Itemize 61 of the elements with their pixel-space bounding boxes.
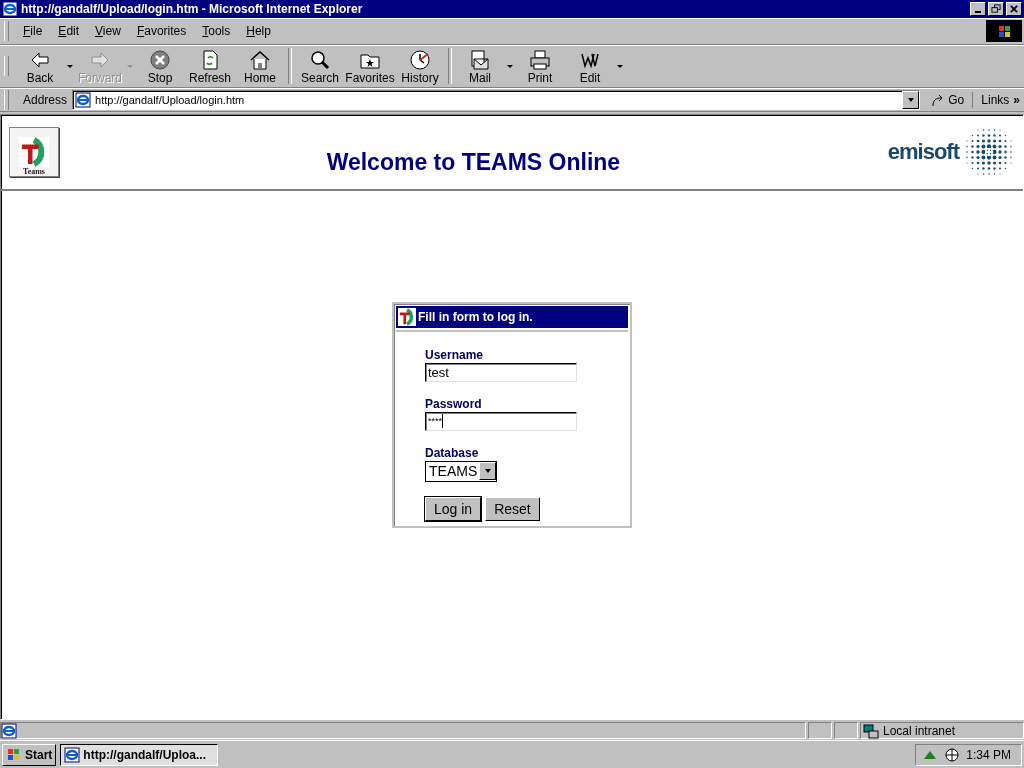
zone-label: Local intranet <box>883 723 956 738</box>
home-icon <box>249 49 271 72</box>
print-button[interactable]: Print <box>515 47 565 86</box>
back-button[interactable]: Back <box>15 47 75 86</box>
windows-flag-icon <box>996 23 1012 40</box>
refresh-button[interactable]: Refresh <box>185 47 235 86</box>
stop-icon <box>149 49 171 72</box>
search-button[interactable]: Search <box>295 47 345 86</box>
field-label: Database <box>425 445 480 460</box>
database-select[interactable]: TEAMS <box>425 460 498 482</box>
password-field[interactable]: **** <box>425 411 577 431</box>
caret-icon <box>906 95 915 104</box>
printer-icon <box>529 49 551 72</box>
panel-title: Fill in form to log in. <box>418 309 533 324</box>
stop-button[interactable]: Stop <box>135 47 185 86</box>
restore-icon <box>991 3 1001 14</box>
favorites-button[interactable]: Favorites <box>345 47 395 86</box>
menu-item[interactable]: Tools <box>194 24 239 39</box>
menu-item[interactable]: Help <box>238 24 279 39</box>
reset-button[interactable]: Reset <box>485 496 540 521</box>
close-icon <box>1009 3 1019 14</box>
home-button[interactable]: Home <box>235 47 285 86</box>
window-title: http://gandalf/Upload/login.htm - Microsoft Internet Explorer <box>21 1 364 16</box>
menu-item[interactable]: Edit <box>50 24 88 39</box>
envelope-icon <box>469 49 491 72</box>
login-button[interactable]: Log in <box>425 496 482 521</box>
clock: 1:34 PM <box>966 747 1011 762</box>
search-icon <box>309 49 331 72</box>
menu-item[interactable]: File <box>15 24 51 39</box>
taskbar-button[interactable]: http://gandalf/Uploa... <box>60 743 219 766</box>
minimize-button[interactable] <box>970 1 986 16</box>
edit-button[interactable]: Edit <box>565 47 625 86</box>
clock-icon <box>409 49 431 72</box>
dropdown-button[interactable] <box>902 90 920 109</box>
windows-flag-icon <box>6 746 22 763</box>
close-button[interactable] <box>1006 1 1022 16</box>
network-computer-icon <box>863 722 879 739</box>
start-button[interactable]: Start <box>2 743 57 766</box>
page-heading: Welcome to TEAMS Online <box>325 148 622 177</box>
status-pane <box>834 722 858 740</box>
go-button[interactable]: Go <box>922 91 974 108</box>
history-button[interactable]: History <box>395 47 445 86</box>
minimize-icon <box>975 10 981 13</box>
brand-logo-text: emisoft <box>887 138 959 165</box>
teams-logo: Teams <box>9 126 59 177</box>
browser-icon <box>64 746 81 763</box>
menu-item[interactable]: Favorites <box>128 24 195 39</box>
page-icon <box>75 91 92 108</box>
restore-button[interactable] <box>988 1 1004 16</box>
username-field[interactable]: test <box>425 362 577 382</box>
status-pane <box>808 722 832 740</box>
links-button[interactable]: Links <box>975 92 1012 107</box>
address-label: Address <box>22 92 69 107</box>
more-button[interactable]: » <box>1013 92 1024 107</box>
field-label: Password <box>425 396 483 411</box>
mail-button[interactable]: Mail <box>455 47 515 86</box>
field-label: Username <box>425 347 485 362</box>
menu-item[interactable]: View <box>87 24 129 39</box>
teams-logo-icon <box>398 307 416 326</box>
address-field[interactable]: http://gandalf/Upload/login.htm <box>72 89 921 110</box>
globe-tray-icon <box>944 746 961 763</box>
